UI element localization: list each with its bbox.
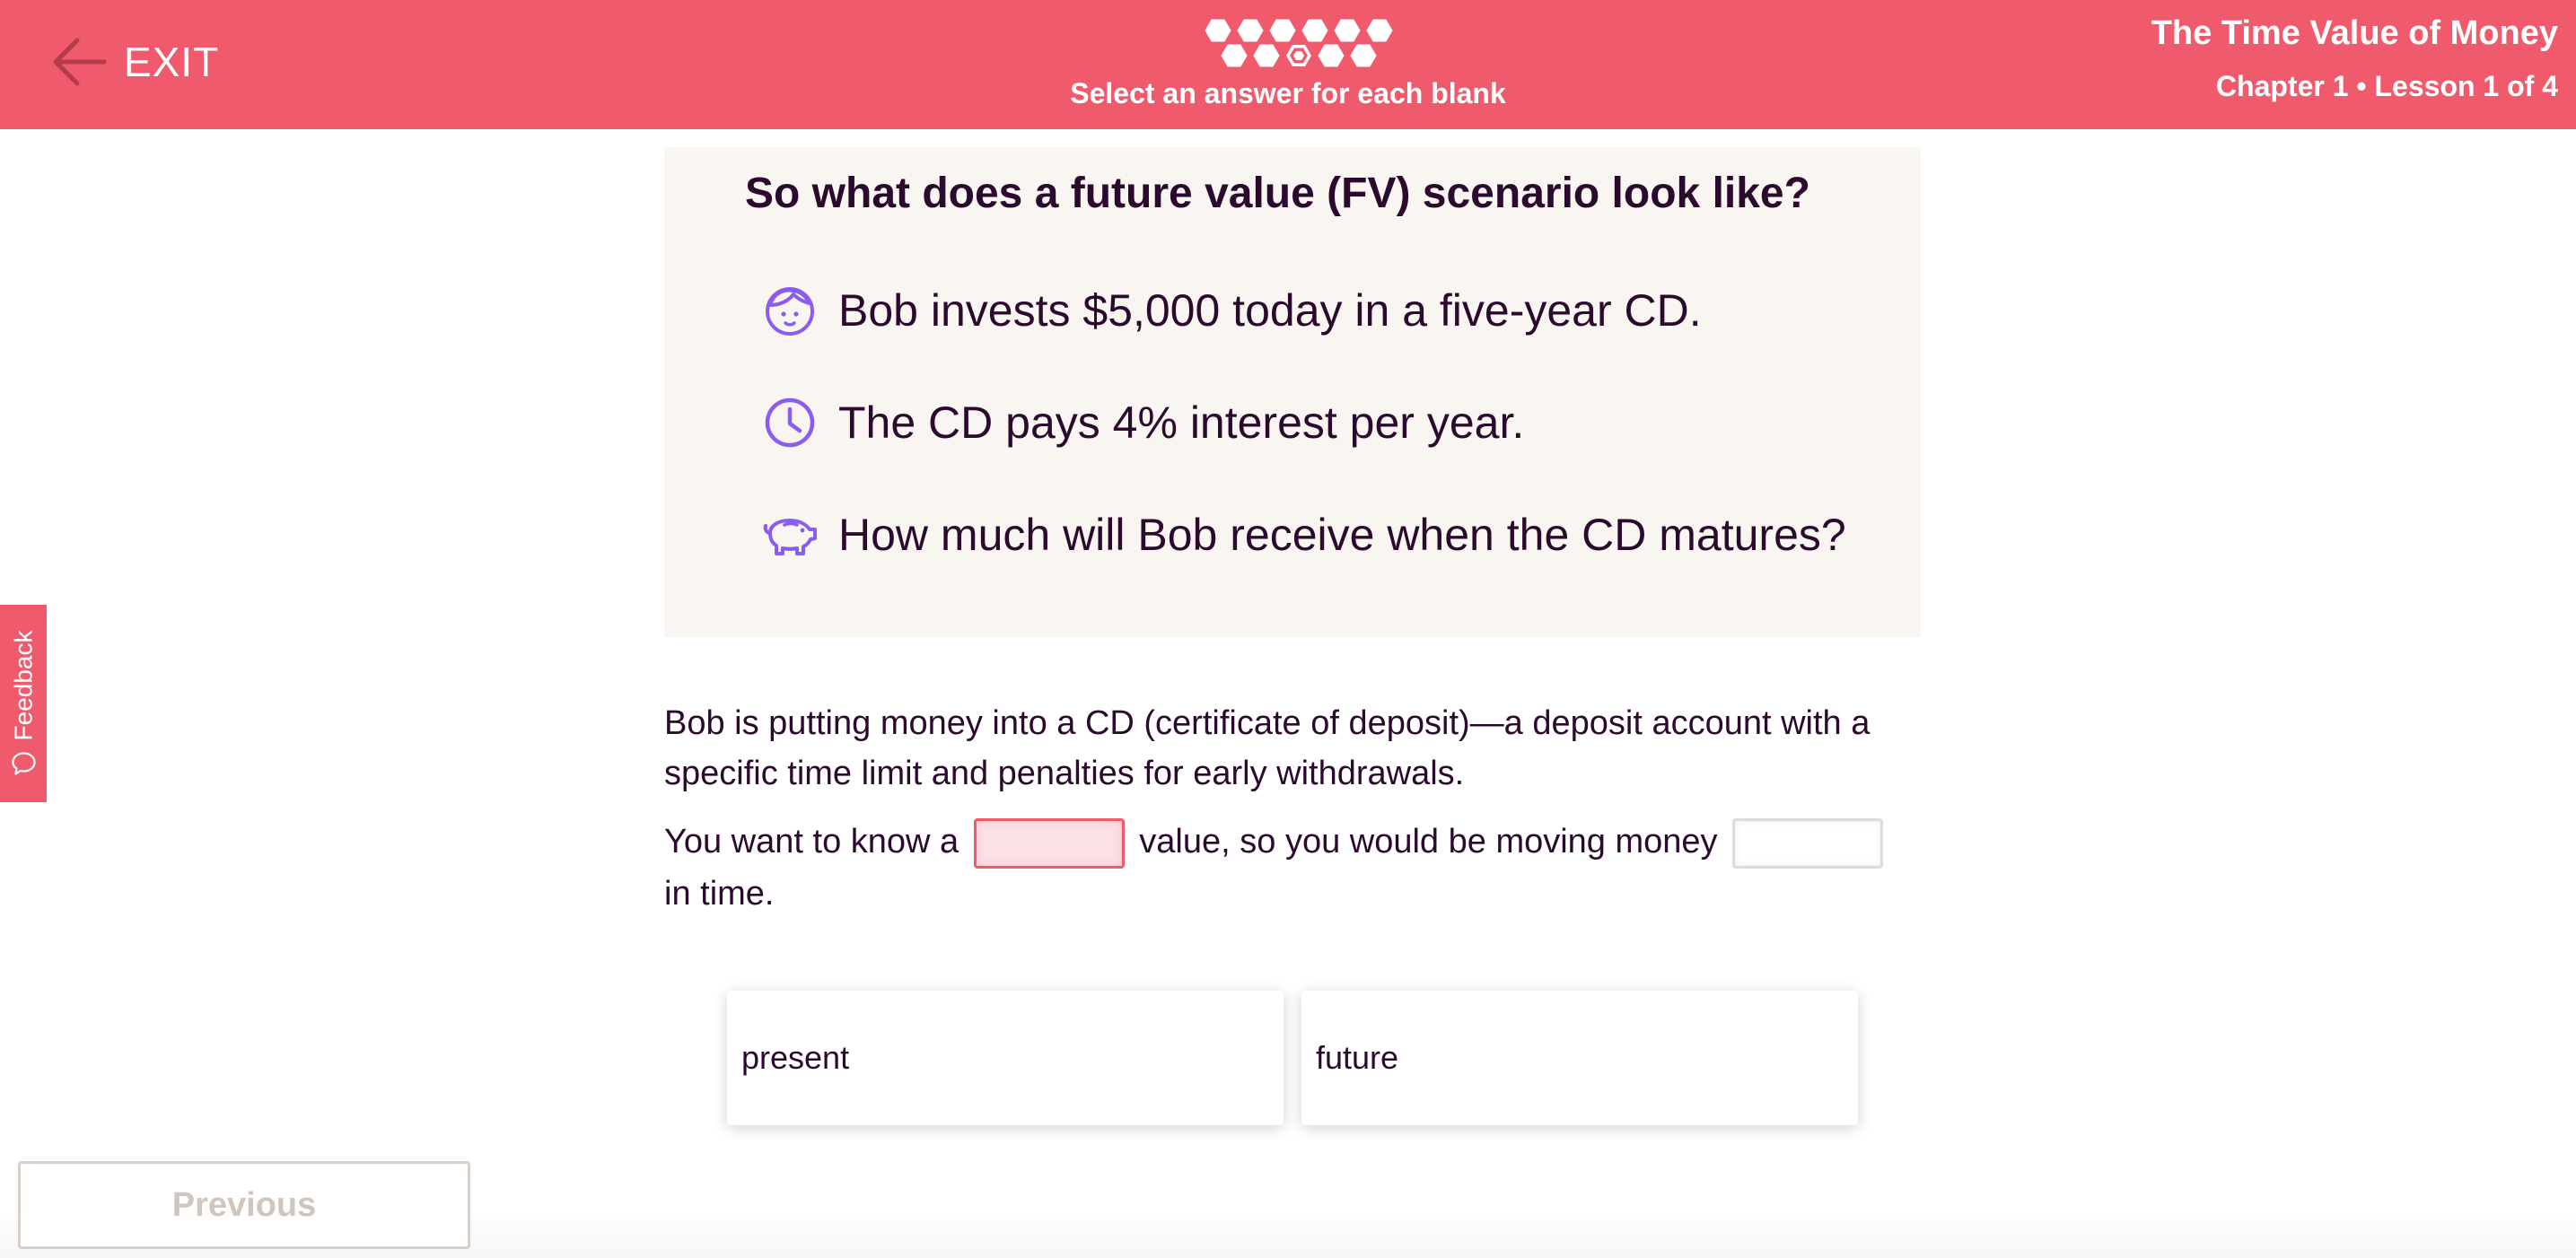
sentence-part: value, so you would be moving money	[1139, 823, 1718, 861]
fill-in-sentence: You want to know a value, so you would b…	[664, 817, 1921, 919]
sentence-part: You want to know a	[664, 823, 959, 861]
chat-bubble-icon	[11, 752, 36, 775]
instruction-text: Select an answer for each blank	[1070, 77, 1506, 109]
scenario-bullet: Bob invests $5,000 today in a five-year …	[761, 282, 1702, 339]
scenario-bullet: How much will Bob receive when the CD ma…	[761, 506, 1846, 563]
feedback-tab[interactable]: Feedback	[0, 605, 47, 802]
choice-future[interactable]: future	[1301, 991, 1858, 1125]
scenario-bullet: The CD pays 4% interest per year.	[761, 394, 1524, 451]
bullet-text: The CD pays 4% interest per year.	[838, 397, 1525, 448]
progress-hexagons-icon	[1205, 19, 1393, 67]
bullet-text: How much will Bob receive when the CD ma…	[838, 510, 1846, 560]
exit-label: EXIT	[124, 39, 220, 85]
scenario-title: So what does a future value (FV) scenari…	[745, 170, 1810, 217]
person-face-icon	[766, 287, 814, 336]
top-bar: EXIT Select an answer for each blank The…	[0, 0, 2576, 129]
piggy-bank-icon	[763, 519, 817, 555]
clock-icon	[765, 397, 815, 448]
explanation-text: Bob is putting money into a CD (certific…	[664, 704, 1871, 792]
answer-blank-1[interactable]	[973, 817, 1125, 869]
sentence-part: in time.	[664, 874, 775, 913]
exit-button[interactable]: EXIT	[50, 31, 219, 93]
previous-button[interactable]: Previous	[18, 1161, 470, 1249]
feedback-label: Feedback	[9, 630, 37, 741]
answer-blank-2[interactable]	[1732, 817, 1884, 869]
course-title: The Time Value of Money	[2151, 14, 2558, 52]
bullet-text: Bob invests $5,000 today in a five-year …	[838, 285, 1702, 336]
choice-present[interactable]: present	[727, 991, 1284, 1125]
lesson-meta: Chapter 1 • Lesson 1 of 4	[2215, 70, 2558, 102]
scenario-card: So what does a future value (FV) scenari…	[664, 147, 1921, 637]
arrow-left-icon	[53, 38, 107, 86]
